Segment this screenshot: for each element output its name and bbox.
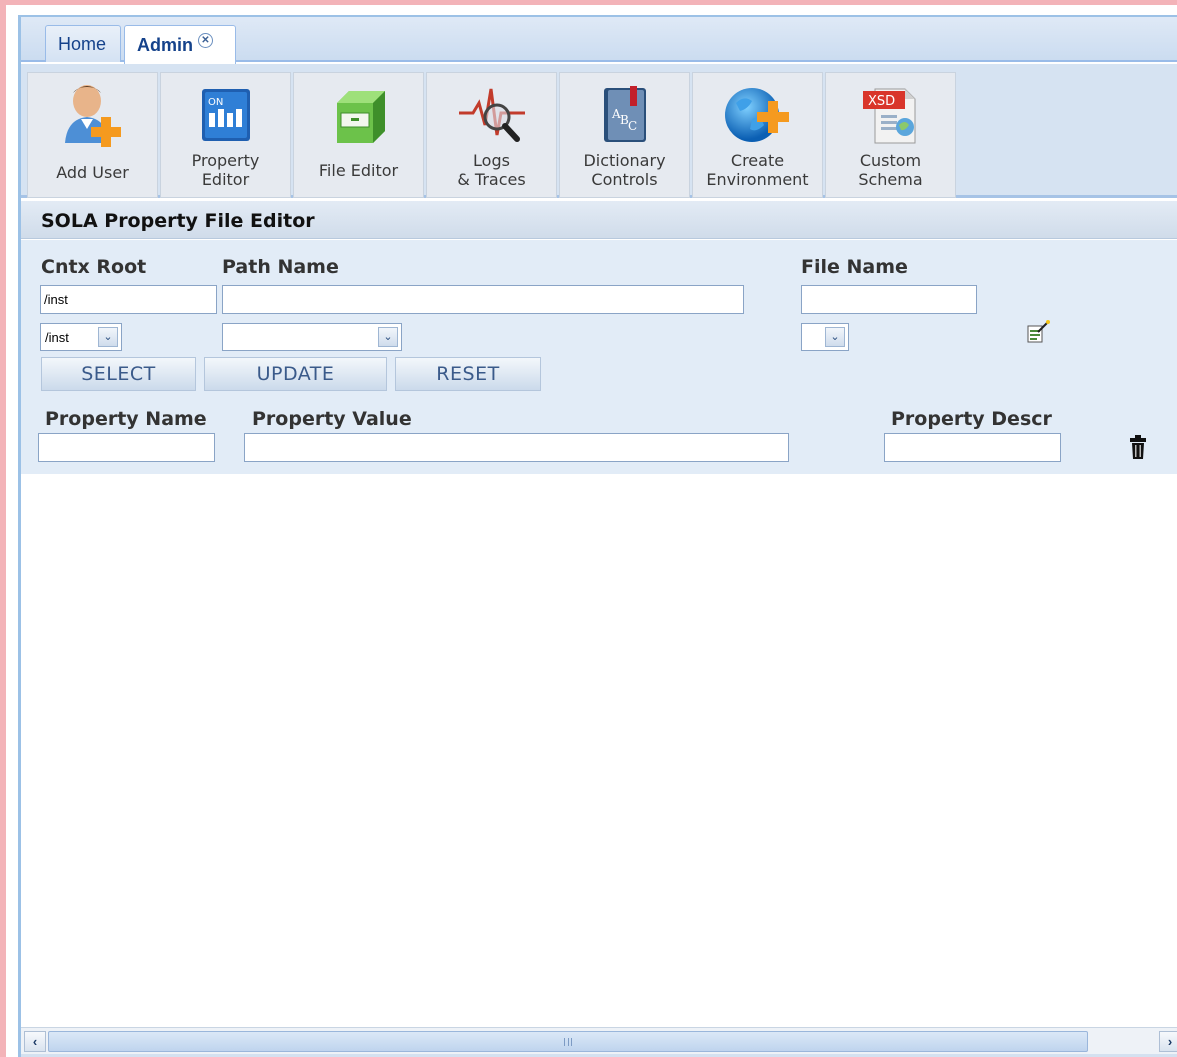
- property-editor-label: Property Editor: [191, 151, 260, 189]
- magnifier-trace-icon: [456, 79, 528, 151]
- select-button[interactable]: SELECT: [41, 357, 196, 391]
- property-name-field[interactable]: [38, 433, 215, 462]
- cntx-root-label: Cntx Root: [41, 256, 147, 278]
- window-frame: Home Admin ✕ Add User ON Property Editor…: [0, 0, 1177, 1057]
- create-environment-label: Create Environment: [706, 151, 809, 189]
- xsd-badge-text: XSD: [868, 94, 895, 109]
- file-editor-label: File Editor: [318, 161, 399, 180]
- tab-admin[interactable]: Admin ✕: [124, 25, 236, 64]
- file-name-field[interactable]: [801, 285, 977, 314]
- tab-home[interactable]: Home: [45, 25, 121, 62]
- dictionary-book-icon: A B C: [589, 79, 661, 151]
- file-name-select[interactable]: ⌄: [801, 323, 849, 351]
- property-descr-label: Property Descr: [891, 408, 1052, 430]
- cntx-root-select-value: /inst: [45, 329, 69, 345]
- close-icon[interactable]: ✕: [198, 32, 213, 48]
- svg-text:C: C: [628, 119, 637, 133]
- create-environment-button[interactable]: Create Environment: [692, 72, 823, 198]
- property-value-field[interactable]: [244, 433, 789, 462]
- logs-traces-label: Logs & Traces: [457, 151, 526, 189]
- chevron-down-icon[interactable]: ⌄: [98, 327, 118, 347]
- dictionary-controls-button[interactable]: A B C Dictionary Controls: [559, 72, 690, 198]
- property-editor-form: Cntx Root Path Name File Name /inst /ins…: [21, 240, 1177, 474]
- add-user-button[interactable]: Add User: [27, 72, 158, 198]
- file-cabinet-icon: [323, 79, 395, 151]
- custom-schema-button[interactable]: XSD Custom Schema: [825, 72, 956, 198]
- scrollbar-thumb[interactable]: [48, 1031, 1088, 1052]
- chevron-down-icon[interactable]: ⌄: [378, 327, 398, 347]
- dictionary-controls-label: Dictionary Controls: [583, 151, 666, 189]
- tab-bar: Home Admin ✕: [21, 17, 1177, 64]
- cntx-root-select[interactable]: /inst ⌄: [40, 323, 122, 351]
- grip-icon: [564, 1037, 572, 1046]
- property-editor-icon: ON: [190, 79, 262, 151]
- scroll-right-icon[interactable]: ›: [1159, 1031, 1177, 1052]
- tab-home-label: Home: [58, 33, 107, 54]
- property-value-label: Property Value: [252, 408, 412, 430]
- panel-title: SOLA Property File Editor: [21, 201, 1177, 239]
- file-editor-button[interactable]: File Editor: [293, 72, 424, 198]
- globe-plus-icon: [722, 79, 794, 151]
- property-descr-field[interactable]: [884, 433, 1061, 462]
- xsd-file-icon: XSD: [855, 79, 927, 151]
- chevron-down-icon[interactable]: ⌄: [825, 327, 845, 347]
- file-name-label: File Name: [801, 256, 908, 278]
- custom-schema-label: Custom Schema: [858, 151, 923, 189]
- update-button[interactable]: UPDATE: [204, 357, 387, 391]
- reset-button[interactable]: RESET: [395, 357, 541, 391]
- path-name-label: Path Name: [222, 256, 339, 278]
- tab-admin-label: Admin: [137, 34, 193, 55]
- trash-icon[interactable]: [1129, 434, 1147, 460]
- add-user-icon: [57, 79, 129, 151]
- property-editor-button[interactable]: ON Property Editor: [160, 72, 291, 198]
- property-name-label: Property Name: [45, 408, 207, 430]
- cntx-root-field[interactable]: /inst: [40, 285, 217, 314]
- admin-toolbar: Add User ON Property Editor File Editor …: [21, 64, 1177, 198]
- on-badge-text: ON: [208, 97, 223, 108]
- horizontal-scrollbar[interactable]: ‹ ›: [21, 1027, 1177, 1054]
- add-user-label: Add User: [56, 163, 129, 182]
- logs-traces-button[interactable]: Logs & Traces: [426, 72, 557, 198]
- scroll-left-icon[interactable]: ‹: [24, 1031, 46, 1052]
- path-name-select[interactable]: ⌄: [222, 323, 402, 351]
- path-name-field[interactable]: [222, 285, 744, 314]
- app-container: Home Admin ✕ Add User ON Property Editor…: [18, 15, 1177, 1057]
- new-file-wand-icon[interactable]: [1026, 320, 1050, 344]
